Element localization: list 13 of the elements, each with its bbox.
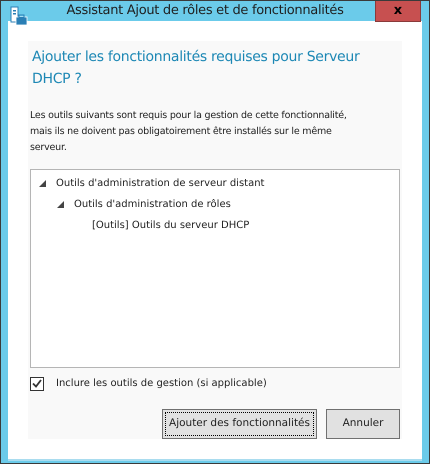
cancel-button[interactable]: Annuler bbox=[326, 408, 400, 438]
tree-item[interactable]: Outils d'administration de serveur distant bbox=[56, 176, 264, 190]
close-button[interactable]: x bbox=[375, 1, 421, 22]
description-text: Les outils suivants sont requis pour la gestion de cette fonctionnalité, mais ils ne doivent pas obligatoirement être installés sur le même serveur. bbox=[30, 108, 348, 154]
tree-item[interactable]: [Outils] Outils du serveur DHCP bbox=[92, 218, 250, 232]
expanded-icon[interactable] bbox=[56, 200, 64, 208]
window-title: Assistant Ajout de rôles et de fonctionnalités bbox=[65, 2, 345, 20]
checkbox-label[interactable]: Inclure les outils de gestion (si applicable) bbox=[56, 376, 267, 391]
checkbox[interactable] bbox=[30, 376, 44, 390]
dialog-heading: Ajouter les fonctionnalités requises pour Serveur DHCP ? bbox=[32, 48, 361, 88]
add-features-button[interactable]: Ajouter des fonctionnalités bbox=[162, 408, 317, 438]
expanded-icon[interactable] bbox=[38, 180, 46, 186]
tree-item[interactable]: Outils d'administration de rôles bbox=[74, 196, 231, 212]
